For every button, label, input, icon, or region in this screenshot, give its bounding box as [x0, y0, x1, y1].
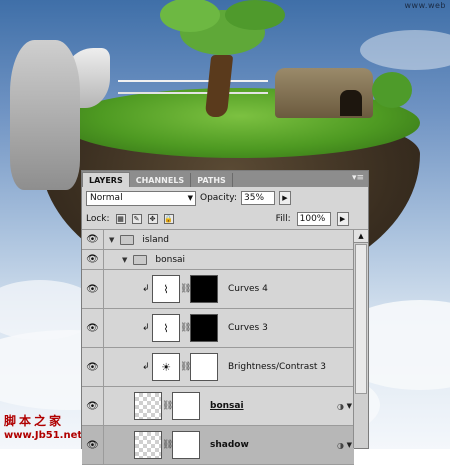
chevron-down-icon[interactable]: ▼ — [347, 441, 352, 449]
lock-fill-row: Lock: ▦ ✎ ✥ 🔒 Fill: 100% ▶ — [82, 209, 368, 230]
fill-label: Fill: — [275, 214, 291, 224]
panel-tabs: LAYERS CHANNELS PATHS ▾≡ — [82, 171, 368, 187]
layer-row[interactable]: 👁 ▼ bonsai — [82, 250, 354, 270]
island-fence — [118, 80, 268, 94]
curves-adjustment-icon: ⌇ — [152, 314, 180, 342]
visibility-eye-icon[interactable]: 👁 — [82, 230, 104, 249]
lock-all-icon[interactable]: 🔒 — [163, 214, 174, 224]
brightness-contrast-icon: ☀ — [152, 353, 180, 381]
site-url: www.Jb51.net — [4, 430, 83, 441]
chain-link-icon[interactable]: ⛓ — [162, 401, 173, 411]
layer-name: bonsai — [155, 254, 186, 265]
visibility-eye-icon[interactable]: 👁 — [82, 426, 104, 464]
chain-link-icon[interactable]: ⛓ — [180, 323, 191, 333]
layer-mask-thumbnail[interactable] — [190, 353, 218, 381]
curves-adjustment-icon: ⌇ — [152, 275, 180, 303]
blend-mode-value: Normal — [90, 193, 123, 203]
cloud — [360, 30, 450, 70]
layer-row[interactable]: 👁 ↲ ☀ ⛓ Brightness/Contrast 3 — [82, 348, 354, 387]
layer-name: Curves 4 — [228, 284, 268, 294]
layer-mask-thumbnail[interactable] — [190, 314, 218, 342]
visibility-eye-icon[interactable]: 👁 — [82, 387, 104, 425]
panel-menu-icon[interactable]: ▾≡ — [352, 173, 364, 183]
visibility-eye-icon[interactable]: 👁 — [82, 348, 104, 386]
scroll-up-arrow-icon[interactable]: ▲ — [354, 230, 368, 243]
clipping-arrow-icon: ↲ — [142, 362, 150, 372]
layer-style-icon[interactable]: ◑ — [337, 402, 344, 411]
layer-row[interactable]: 👁 ↲ ⌇ ⛓ Curves 4 — [82, 270, 354, 309]
folder-icon — [133, 254, 148, 265]
fill-field[interactable]: 100% — [296, 212, 331, 226]
folder-icon — [120, 234, 135, 245]
layer-row[interactable]: 👁 ▼ island — [82, 230, 354, 250]
chain-link-icon[interactable]: ⛓ — [180, 284, 191, 294]
site-name: 脚本之家 — [4, 414, 65, 428]
layer-name: Brightness/Contrast 3 — [228, 362, 327, 372]
layers-list: 👁 ▼ island 👁 ▼ bonsai 👁 ↲ ⌇ ⛓ Curves 4 👁… — [82, 230, 354, 465]
lock-position-icon[interactable]: ✥ — [147, 214, 158, 224]
lock-label: Lock: — [86, 214, 110, 224]
expand-triangle-icon[interactable]: ▼ — [109, 236, 114, 244]
clipping-arrow-icon: ↲ — [142, 323, 150, 333]
layer-name: bonsai — [210, 401, 244, 411]
layers-scrollbar[interactable]: ▲ — [353, 230, 368, 448]
opacity-label: Opacity: — [200, 193, 237, 203]
opacity-field[interactable]: 35% — [241, 191, 275, 205]
layer-name: island — [142, 234, 170, 245]
small-tree — [372, 72, 412, 108]
tab-paths[interactable]: PATHS — [191, 173, 233, 187]
layer-mask-thumbnail[interactable] — [190, 275, 218, 303]
layer-style-icon[interactable]: ◑ — [337, 441, 344, 450]
expand-triangle-icon[interactable]: ▼ — [122, 256, 127, 264]
lock-image-pixels-icon[interactable]: ✎ — [131, 214, 142, 224]
layer-thumbnail — [134, 392, 162, 420]
chevron-down-icon[interactable]: ▼ — [347, 402, 352, 410]
blend-mode-select[interactable]: Normal ▼ — [86, 190, 196, 206]
layers-panel: LAYERS CHANNELS PATHS ▾≡ Normal ▼ Opacit… — [81, 170, 369, 465]
tab-channels[interactable]: CHANNELS — [130, 173, 192, 187]
layer-mask-thumbnail[interactable] — [172, 392, 200, 420]
fill-slider-button[interactable]: ▶ — [336, 212, 349, 226]
angel-statue — [10, 40, 80, 190]
bonsai-canopy — [225, 0, 285, 30]
tab-layers[interactable]: LAYERS — [82, 172, 130, 187]
layer-thumbnail — [134, 431, 162, 459]
blend-opacity-row: Normal ▼ Opacity: 35% ▶ — [82, 187, 368, 209]
visibility-eye-icon[interactable]: 👁 — [82, 309, 104, 347]
lock-transparency-icon[interactable]: ▦ — [115, 214, 126, 224]
layer-row[interactable]: 👁 ⛓ bonsai ◑ ▼ — [82, 387, 354, 426]
watermark-text: www.web — [404, 1, 446, 10]
clipping-arrow-icon: ↲ — [142, 284, 150, 294]
opacity-slider-button[interactable]: ▶ — [279, 191, 291, 205]
chevron-down-icon: ▼ — [187, 193, 193, 202]
scroll-thumb[interactable] — [355, 244, 367, 394]
visibility-eye-icon[interactable]: 👁 — [82, 270, 104, 308]
layer-row[interactable]: 👁 ⛓ shadow ◑ ▼ — [82, 426, 354, 465]
stone-hut-door — [340, 90, 362, 116]
layer-mask-thumbnail[interactable] — [172, 431, 200, 459]
chain-link-icon[interactable]: ⛓ — [180, 362, 191, 372]
layer-name: Curves 3 — [228, 323, 268, 333]
layer-row[interactable]: 👁 ↲ ⌇ ⛓ Curves 3 — [82, 309, 354, 348]
visibility-eye-icon[interactable]: 👁 — [82, 250, 104, 269]
